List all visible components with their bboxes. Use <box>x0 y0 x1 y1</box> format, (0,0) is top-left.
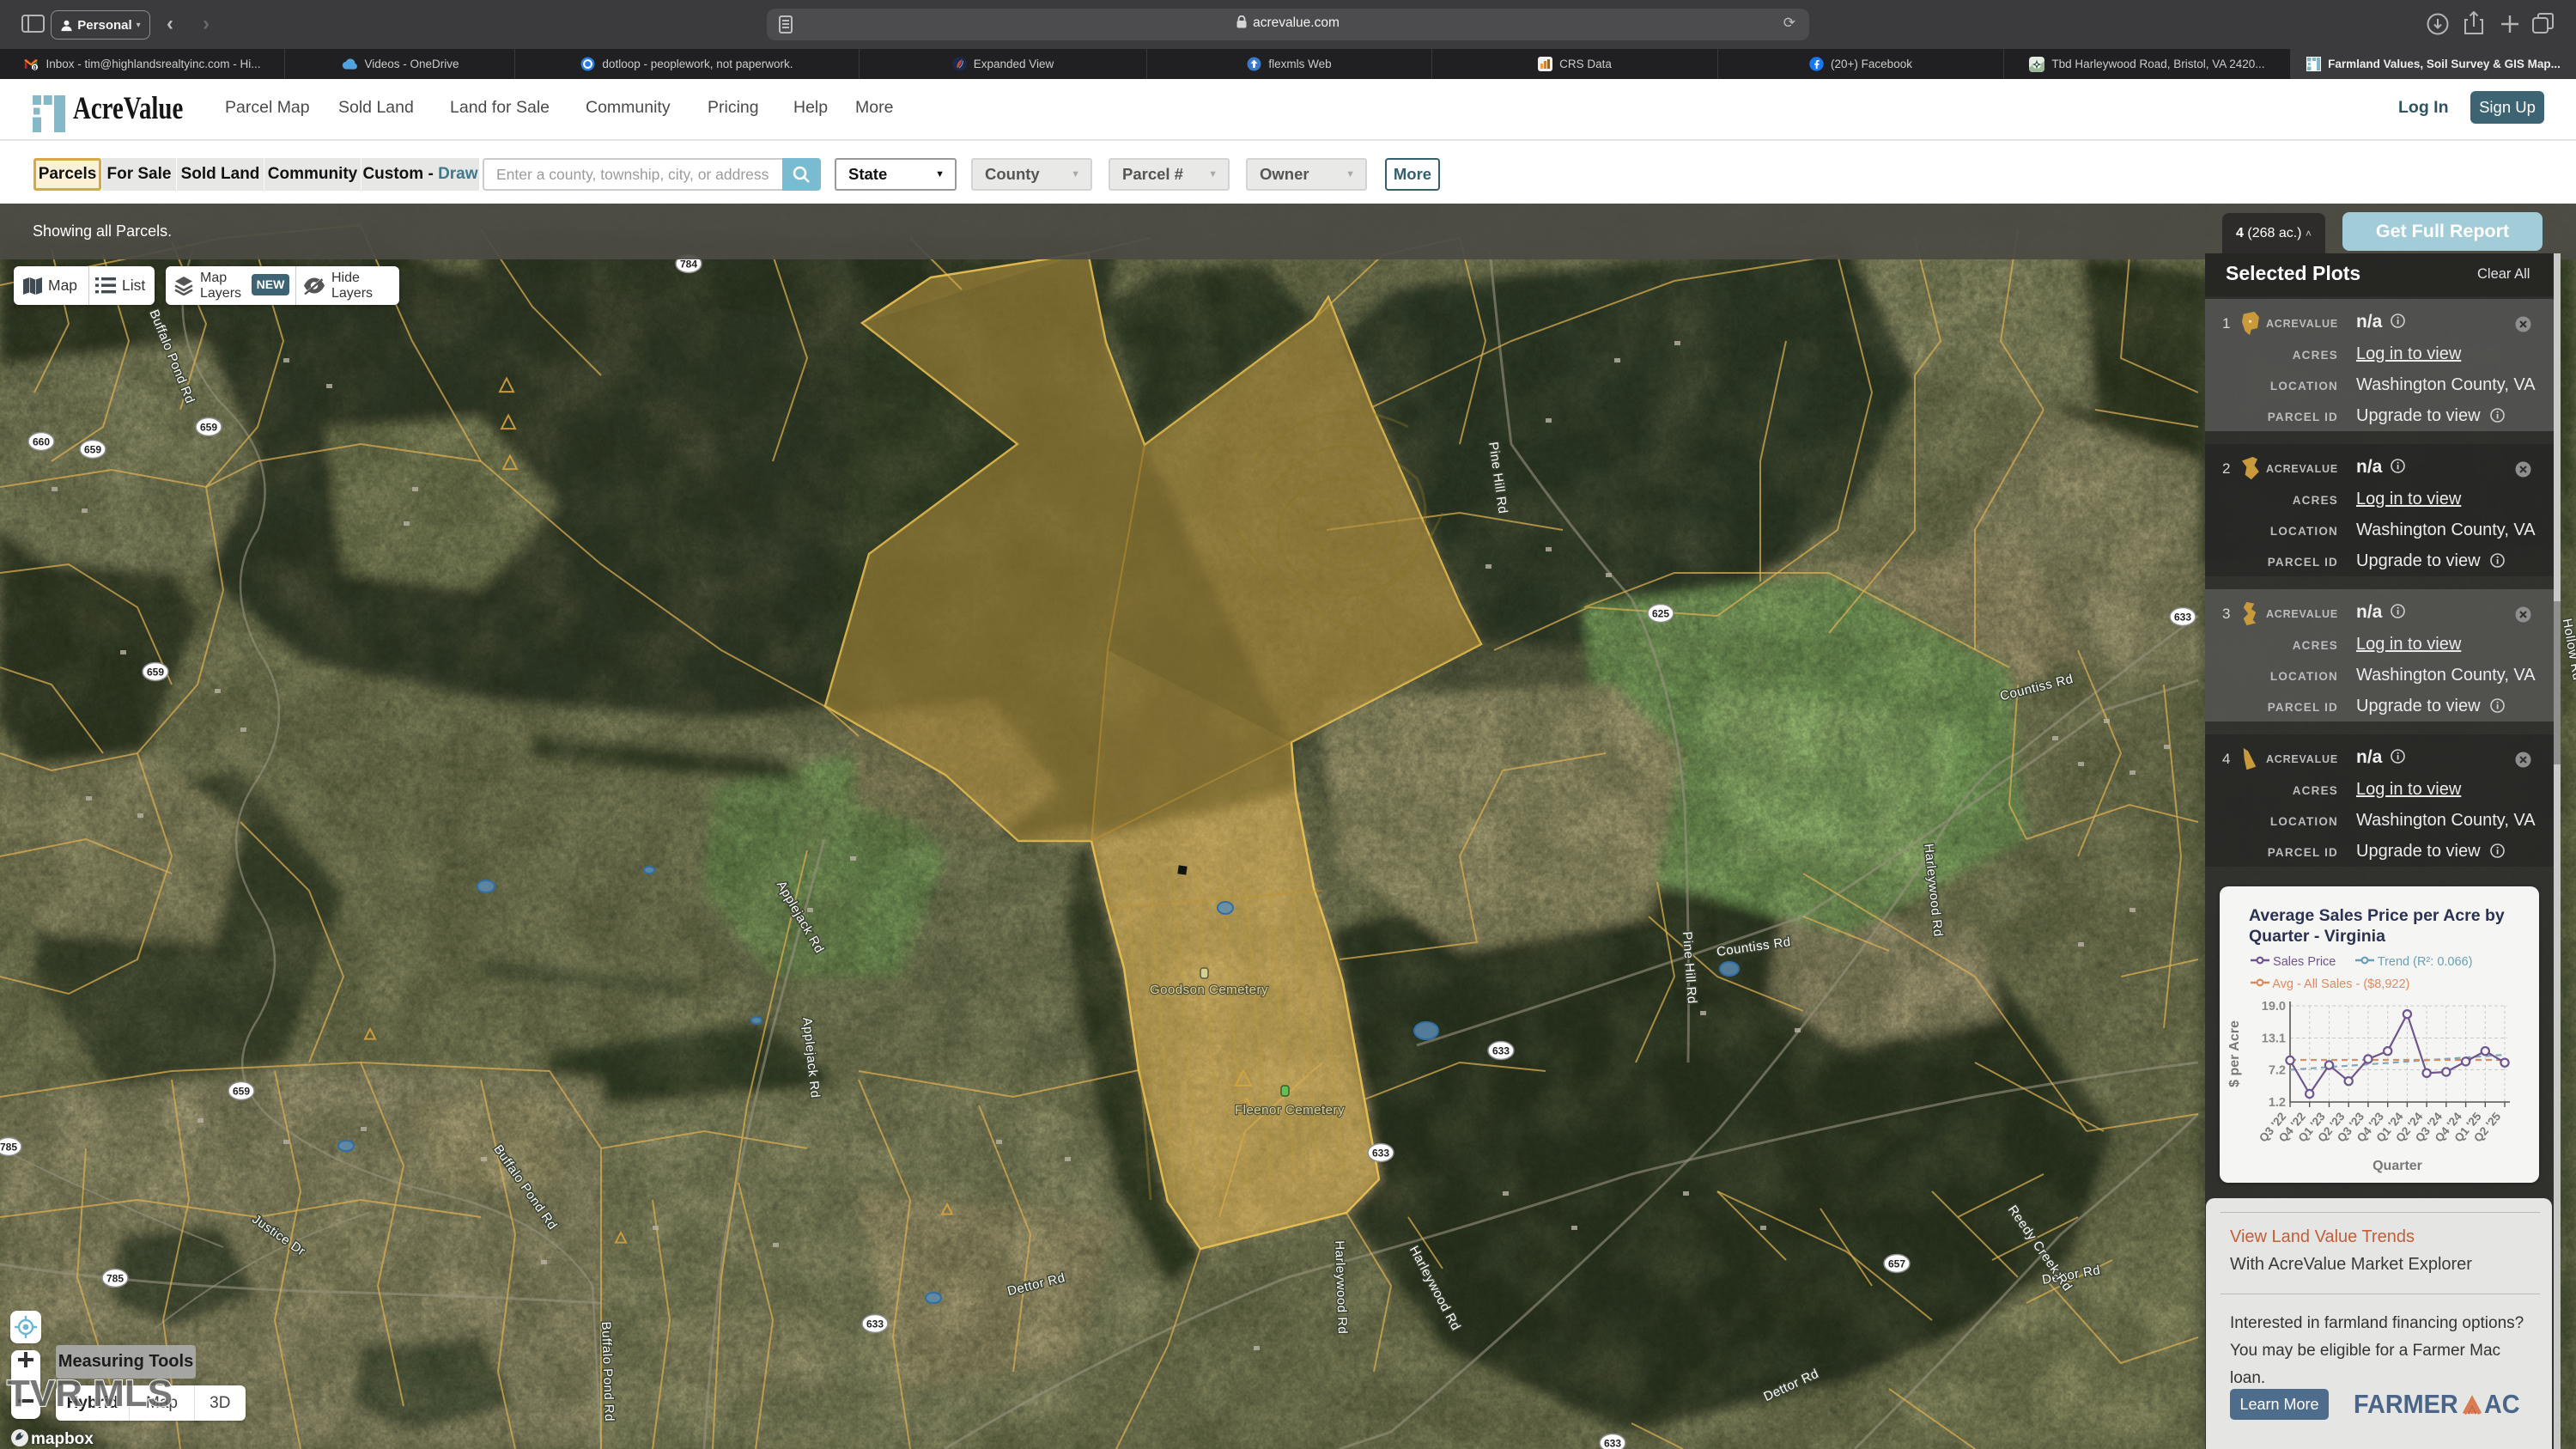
svg-text:mapbox: mapbox <box>31 1430 94 1448</box>
svg-text:659: 659 <box>200 422 217 434</box>
svg-text:1.2: 1.2 <box>2269 1096 2286 1110</box>
svg-text:19.0: 19.0 <box>2262 1000 2286 1014</box>
svg-text:659: 659 <box>84 444 101 456</box>
svg-text:659: 659 <box>233 1086 250 1098</box>
svg-text:633: 633 <box>866 1318 884 1330</box>
svg-text:659: 659 <box>147 667 164 679</box>
svg-text:633: 633 <box>1372 1148 1389 1160</box>
svg-text:Fleenor Cemetery: Fleenor Cemetery <box>1235 1103 1345 1117</box>
svg-text:Quarter: Quarter <box>2372 1159 2422 1173</box>
svg-text:657: 657 <box>1888 1258 1905 1270</box>
svg-text:0: 0 <box>33 64 37 70</box>
svg-text:$ per Acre: $ per Acre <box>2227 1020 2242 1087</box>
svg-text:AC: AC <box>2484 1391 2520 1418</box>
svg-text:7.2: 7.2 <box>2269 1064 2286 1078</box>
svg-text:13.1: 13.1 <box>2262 1032 2286 1046</box>
svg-text:633: 633 <box>2174 612 2191 624</box>
svg-text:633: 633 <box>1492 1045 1510 1057</box>
svg-text:Goodson Cemetery: Goodson Cemetery <box>1150 983 1268 997</box>
svg-text:660: 660 <box>33 436 50 448</box>
svg-text:625: 625 <box>1652 608 1669 620</box>
svg-text:785: 785 <box>0 1142 17 1154</box>
svg-text:784: 784 <box>680 259 697 271</box>
svg-text:785: 785 <box>106 1273 124 1285</box>
svg-text:633: 633 <box>1604 1438 1621 1449</box>
svg-text:FARMER: FARMER <box>2354 1391 2458 1418</box>
